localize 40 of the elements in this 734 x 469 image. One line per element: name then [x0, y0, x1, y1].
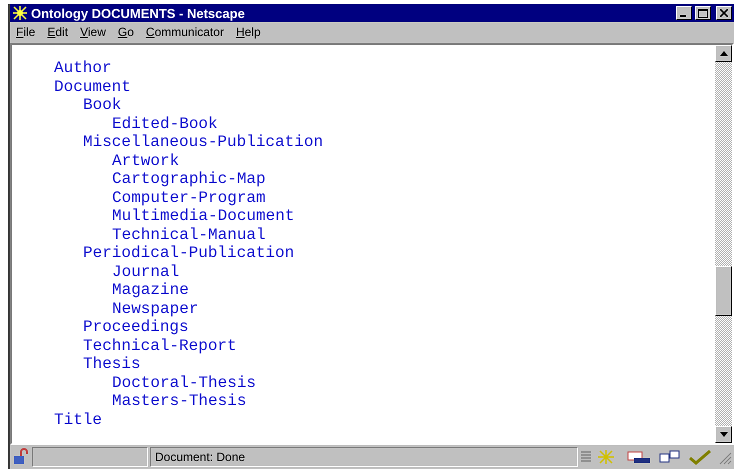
scroll-down-button[interactable] [715, 426, 732, 443]
maximize-button[interactable] [695, 6, 711, 20]
menu-item[interactable]: Help [236, 25, 261, 39]
up-arrow-icon [720, 51, 728, 56]
tree-item[interactable]: Cartographic-Map [112, 170, 715, 188]
tree-item[interactable]: Author [54, 59, 715, 78]
tree-item[interactable]: Doctoral-Thesis [112, 374, 715, 392]
window-title: Ontology DOCUMENTS - Netscape [31, 6, 246, 20]
tree-item[interactable]: Journal [112, 262, 715, 281]
tree-item[interactable]: Periodical-Publication [83, 244, 715, 262]
tree-item[interactable]: Proceedings [83, 318, 715, 336]
tree-item[interactable]: Technical-Report [83, 336, 715, 355]
menu-item[interactable]: File [16, 25, 36, 39]
minimize-button[interactable] [676, 6, 692, 20]
scrollbar-thumb[interactable] [715, 266, 732, 316]
maximize-icon [698, 8, 708, 18]
scroll-up-button[interactable] [715, 45, 732, 62]
tree-item[interactable]: Thesis [83, 355, 715, 374]
padlock-icon[interactable] [12, 448, 30, 466]
menu-item[interactable]: Edit [47, 25, 68, 39]
tree-item[interactable]: Computer-Program [112, 188, 715, 207]
menu-item[interactable]: Go [118, 25, 134, 39]
menu-item[interactable]: View [80, 25, 106, 39]
close-button[interactable] [716, 6, 732, 20]
tree-item[interactable]: Newspaper [112, 300, 715, 318]
status-message: Document: Done [150, 447, 578, 467]
tree-item[interactable]: Book [83, 96, 715, 114]
tree-item[interactable]: Edited-Book [112, 114, 715, 133]
tree-item[interactable]: Magazine [112, 281, 715, 300]
tree-item[interactable]: Masters-Thesis [112, 392, 715, 410]
tree-item[interactable]: Technical-Manual [112, 226, 715, 244]
tree-item[interactable]: Multimedia-Document [112, 207, 715, 226]
tree-item[interactable]: Miscellaneous-Publication [83, 133, 715, 152]
close-icon [720, 9, 728, 17]
menu-item[interactable]: Communicator [146, 25, 224, 39]
tree-item[interactable]: Document [54, 78, 715, 96]
tree-item[interactable]: Title [54, 410, 715, 429]
tree-item[interactable]: Artwork [112, 152, 715, 170]
app-logo-icon [12, 5, 28, 21]
down-arrow-icon [720, 432, 728, 437]
